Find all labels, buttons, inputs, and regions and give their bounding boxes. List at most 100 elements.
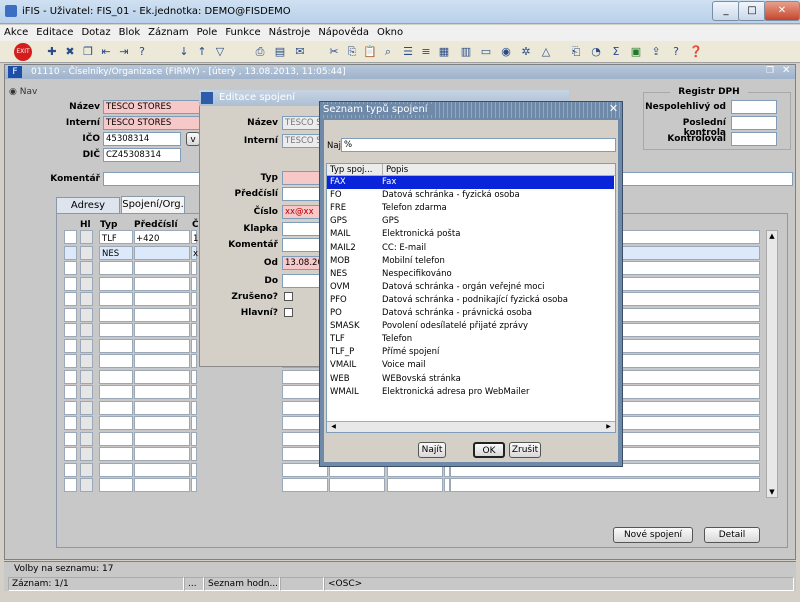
grid-primary-checkbox[interactable]	[80, 431, 93, 446]
maximize-button[interactable]: □	[738, 1, 766, 21]
list-icon[interactable]: ☰	[400, 44, 416, 60]
grid-primary-checkbox[interactable]	[80, 323, 93, 337]
grid-cell[interactable]	[134, 431, 190, 446]
grid-cell[interactable]	[134, 416, 190, 430]
lov-col-desc[interactable]: Popis	[382, 164, 408, 176]
excel-icon[interactable]: ▣	[628, 44, 644, 60]
delete-record-icon[interactable]: ✖	[62, 44, 78, 60]
insert-record-icon[interactable]: ✚	[44, 44, 60, 60]
globe-icon[interactable]: ◉	[498, 44, 514, 60]
grid-cell[interactable]	[99, 447, 133, 461]
kontroloval-field[interactable]	[731, 132, 777, 146]
grid-row-selector[interactable]	[64, 447, 77, 461]
grid-cell[interactable]	[191, 261, 197, 275]
lov-cancel-button[interactable]: Zrušit	[509, 442, 541, 458]
grid-cell[interactable]	[99, 307, 133, 322]
lov-ok-button[interactable]: OK	[473, 442, 505, 458]
grid-cell[interactable]	[99, 292, 133, 306]
edit-predcisli-field[interactable]	[282, 187, 322, 201]
edit-interni-field[interactable]: TESCO S	[282, 134, 322, 148]
grid-primary-checkbox[interactable]	[80, 338, 93, 353]
lov-najit-button[interactable]: Najít	[418, 442, 446, 458]
grid-cell[interactable]	[191, 431, 197, 446]
copy-icon[interactable]: ⎘	[344, 44, 360, 60]
grid-cell[interactable]	[99, 354, 133, 368]
edit-cislo-field[interactable]: xx@xx	[282, 205, 322, 219]
grid-cell[interactable]	[99, 462, 133, 477]
grid-cell[interactable]	[191, 276, 197, 291]
grid-cell[interactable]	[134, 307, 190, 322]
ico-lookup-button[interactable]: v	[186, 132, 200, 146]
grid-cell[interactable]	[191, 307, 197, 322]
edit-nazev-field[interactable]: TESCO S	[282, 116, 322, 130]
grid-cell[interactable]	[191, 323, 197, 337]
document-icon[interactable]: ▭	[478, 44, 494, 60]
grid-cell[interactable]	[134, 478, 190, 492]
grid-cell[interactable]	[99, 338, 133, 353]
grid-cell[interactable]	[191, 385, 197, 399]
context-help-icon[interactable]: ❓	[688, 44, 704, 60]
grid-cell[interactable]	[99, 323, 133, 337]
grid-cell[interactable]	[99, 416, 133, 430]
edit-komentar-field[interactable]	[282, 238, 322, 252]
detail-button[interactable]: Detail	[704, 527, 760, 543]
restore-document-icon[interactable]: ❐	[766, 66, 774, 76]
edit-do-field[interactable]	[282, 274, 322, 288]
paste-icon[interactable]: 📋	[362, 44, 378, 60]
grid-row-selector[interactable]	[64, 478, 77, 492]
menu-zaznam[interactable]: Záznam	[144, 25, 192, 41]
grid-row-selector[interactable]	[64, 431, 77, 446]
grid-primary-checkbox[interactable]	[80, 400, 93, 415]
lov-hscroll[interactable]	[327, 421, 615, 432]
grid-cell[interactable]	[329, 478, 385, 492]
lov-list-item[interactable]: TLF_P Přímé spojení	[327, 346, 614, 359]
tab-adresy[interactable]: Adresy	[56, 197, 120, 213]
close-button[interactable]: ✕	[764, 1, 800, 21]
grid-primary-checkbox[interactable]	[80, 385, 93, 399]
help-icon[interactable]: ?	[668, 44, 684, 60]
grid-primary-checkbox[interactable]	[80, 307, 93, 322]
grid-cell[interactable]	[191, 478, 197, 492]
first-record-icon[interactable]: ⇤	[98, 44, 114, 60]
grid-cell[interactable]	[99, 369, 133, 384]
grid-cell[interactable]	[99, 261, 133, 275]
grid-scrollbar[interactable]	[766, 230, 778, 498]
lov-list-item[interactable]: MOB Mobilní telefon	[327, 255, 614, 268]
grid-primary-checkbox[interactable]	[80, 292, 93, 306]
grid-row-selector[interactable]	[64, 292, 77, 306]
lov-list-item[interactable]: MAIL Elektronická pošta	[327, 228, 614, 241]
grid-cell[interactable]	[134, 385, 190, 399]
grid-primary-checkbox[interactable]	[80, 261, 93, 275]
lov-scroll-right-icon[interactable]: ▶	[603, 421, 614, 432]
lov-close-icon[interactable]: ✕	[607, 102, 620, 116]
new-connection-button[interactable]: Nové spojení	[613, 527, 693, 543]
star-icon[interactable]: ✲	[518, 44, 534, 60]
grid-cell[interactable]	[282, 478, 328, 492]
edit-klapka-field[interactable]	[282, 222, 322, 236]
grid-row-selector[interactable]	[64, 369, 77, 384]
mail-icon[interactable]: ✉	[292, 44, 308, 60]
grid-primary-checkbox[interactable]	[80, 230, 93, 244]
grid-cell[interactable]	[191, 292, 197, 306]
lov-list-item[interactable]: PO Datová schránka - právnická osoba	[327, 307, 614, 320]
grid-cell[interactable]	[99, 276, 133, 291]
lov-list-item[interactable]: SMASK Povolení odesílatelé přijaté zprávy	[327, 320, 614, 333]
grid-cell[interactable]	[99, 385, 133, 399]
grid-row-selector[interactable]	[64, 230, 77, 244]
grid-primary-checkbox[interactable]	[80, 447, 93, 461]
attachment-icon[interactable]: ⎗	[568, 44, 584, 60]
grid-cell[interactable]	[387, 478, 443, 492]
list-values-icon[interactable]: ≡	[418, 44, 434, 60]
menu-akce[interactable]: Akce	[0, 25, 32, 41]
grid-cell[interactable]	[191, 338, 197, 353]
lov-list-item[interactable]: PFO Datová schránka - podnikající fyzická…	[327, 294, 614, 307]
menu-editace[interactable]: Editace	[32, 25, 77, 41]
grid-cell[interactable]	[191, 400, 197, 415]
lov-col-code[interactable]: Typ spoj...	[330, 164, 373, 176]
grid-cell[interactable]	[134, 369, 190, 384]
lov-list-item[interactable]: WMAIL Elektronická adresa pro WebMailer	[327, 386, 614, 399]
menu-blok[interactable]: Blok	[115, 25, 145, 41]
scroll-down-icon[interactable]: ▼	[766, 486, 778, 498]
lov-list-item[interactable]: VMAIL Voice mail	[327, 359, 614, 372]
grid-cell[interactable]	[99, 431, 133, 446]
